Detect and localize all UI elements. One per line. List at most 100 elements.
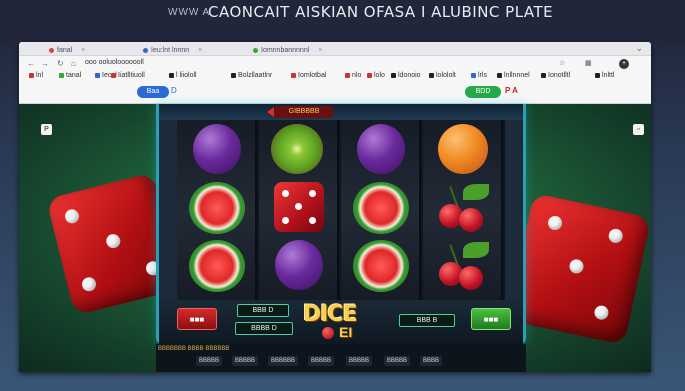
navigation-bar: ← → ↻ ⌂ ooo ooluolooooooll ☆ ▦ + xyxy=(19,57,651,71)
bookmark-item[interactable]: Iiatlltiuoll xyxy=(111,72,145,79)
bookmark-favicon-icon xyxy=(497,73,502,78)
bookmark-label: ldonoio xyxy=(398,72,421,79)
bookmark-label: lrls xyxy=(478,72,487,79)
kiwi-icon xyxy=(271,124,323,174)
bookmark-favicon-icon xyxy=(291,73,296,78)
bookmark-label: lolololt xyxy=(436,72,456,79)
bookmark-item[interactable]: nlo xyxy=(345,72,361,79)
pay-badge[interactable]: P A xyxy=(505,86,518,95)
bookmark-label: Ionotlltl xyxy=(548,72,571,79)
spin-button[interactable]: ■■■ xyxy=(471,308,511,330)
close-icon[interactable]: × xyxy=(81,47,85,54)
game-viewport: P ▫ GIBBBBB ■■■ BBB D BBBB D DICE EI BBB… xyxy=(19,104,651,372)
decorative-die-right xyxy=(506,192,651,346)
close-icon[interactable]: × xyxy=(198,47,202,54)
forward-icon[interactable]: → xyxy=(41,59,49,68)
star-icon[interactable]: ☆ xyxy=(559,59,565,67)
page-toolbar: Baa D BDD P A xyxy=(19,84,651,102)
bookmark-favicon-icon xyxy=(595,73,600,78)
bookmark-favicon-icon xyxy=(429,73,434,78)
win-display: GIBBBBB xyxy=(275,106,333,118)
bookmark-favicon-icon xyxy=(169,73,174,78)
machine-header: GIBBBBB xyxy=(159,104,523,120)
bookmark-item[interactable]: Ionotlltl xyxy=(541,72,570,79)
bookmark-item[interactable]: lnllnnnel xyxy=(497,72,530,79)
chevron-down-icon[interactable]: ⌄ xyxy=(635,43,643,54)
bookmark-item[interactable]: l liiololl xyxy=(169,72,197,79)
control-panel: ■■■ BBB D BBBB D DICE EI BBB B ■■■ xyxy=(159,300,523,344)
bookmark-label: l liiololl xyxy=(176,72,197,79)
deposit-button[interactable]: BDD xyxy=(465,86,501,98)
tab-3[interactable]: Iomnnbannnnnl × xyxy=(253,44,322,56)
bookmark-item[interactable]: Bolzllaatlnr xyxy=(231,72,272,79)
bookmark-item[interactable]: lolo xyxy=(367,72,385,79)
game-logo-sub: EI xyxy=(339,324,353,340)
extension-icon[interactable]: ▦ xyxy=(585,59,592,67)
credit-display: BBB D xyxy=(237,304,289,317)
secondary-link[interactable]: D xyxy=(171,86,177,95)
tab-label: Ieu:lnt lnnnn xyxy=(151,46,190,54)
tab-label: Iomnnbannnnnl xyxy=(261,46,310,54)
footer-link[interactable]: BBBBB xyxy=(196,356,223,366)
bookmark-favicon-icon xyxy=(59,73,64,78)
bookmark-label: lnl xyxy=(36,72,44,79)
slot-machine: GIBBBBB ■■■ BBB D BBBB D DICE EI BBB B ■… xyxy=(156,104,526,344)
plum-icon xyxy=(275,240,323,290)
plum-icon xyxy=(357,124,405,174)
orange-icon xyxy=(438,124,488,174)
footer-link[interactable]: BBBBB xyxy=(346,356,373,366)
footer-link[interactable]: BBBBBB xyxy=(268,356,299,366)
profile-icon[interactable]: + xyxy=(619,59,629,69)
tab-favicon-icon xyxy=(253,47,258,53)
address-bar[interactable]: ooo ooluolooooooll xyxy=(85,59,144,66)
stop-button[interactable]: ■■■ xyxy=(177,308,217,330)
bookmark-item[interactable]: lnl xyxy=(29,72,43,79)
page-banner: WWW A CAONCAIT AISKIAN OFASA I ALUBINC P… xyxy=(0,0,685,42)
tab-label: fanal xyxy=(57,46,73,54)
cherry-icon xyxy=(435,240,491,292)
tab-2[interactable]: Ieu:lnt lnnnn × xyxy=(143,44,202,56)
back-icon[interactable]: ← xyxy=(27,59,35,68)
reel-1 xyxy=(177,120,257,300)
bookmark-item[interactable]: tanal xyxy=(59,72,81,79)
primary-button[interactable]: Baa xyxy=(137,86,169,98)
bookmark-label: Iiatlltiuoll xyxy=(118,72,145,79)
close-icon[interactable]: × xyxy=(318,47,322,54)
cherry-icon xyxy=(435,182,491,234)
footer-link[interactable]: BBBBB xyxy=(232,356,259,366)
footer-link[interactable]: BBBBB xyxy=(308,356,335,366)
bookmark-favicon-icon xyxy=(111,73,116,78)
bookmark-favicon-icon xyxy=(95,73,100,78)
bookmark-item[interactable]: lnlttl xyxy=(595,72,614,79)
banner-title: CAONCAIT AISKIAN OFASA I ALUBINC PLATE xyxy=(208,3,554,21)
bookmark-item[interactable]: Iomlotbal xyxy=(291,72,326,79)
bookmark-label: lnlttl xyxy=(602,72,615,79)
menu-icon[interactable]: ▫ xyxy=(633,124,644,135)
melon-icon xyxy=(189,182,245,234)
reload-icon[interactable]: ↻ xyxy=(57,59,64,68)
bookmark-label: Iomlotbal xyxy=(298,72,327,79)
bookmark-label: Bolzllaatlnr xyxy=(238,72,273,79)
bookmark-item[interactable]: ldonoio xyxy=(391,72,421,79)
footer-link[interactable]: BBBBB xyxy=(384,356,411,366)
tab-strip: fanal × Ieu:lnt lnnnn × Iomnnbannnnnl × … xyxy=(19,42,651,56)
bookmark-item[interactable]: lolololt xyxy=(429,72,456,79)
tab-favicon-icon xyxy=(143,47,148,53)
bookmark-label: lolo xyxy=(374,72,385,79)
bookmark-favicon-icon xyxy=(231,73,236,78)
bookmark-label: lnllnnnel xyxy=(504,72,530,79)
info-icon[interactable]: P xyxy=(41,124,52,135)
home-icon[interactable]: ⌂ xyxy=(71,59,76,68)
tab-1[interactable]: fanal × xyxy=(49,44,85,56)
reel-4 xyxy=(423,120,503,300)
reel-area xyxy=(177,120,505,300)
tab-favicon-icon xyxy=(49,47,54,53)
melon-icon xyxy=(353,182,409,234)
browser-chrome: fanal × Ieu:lnt lnnnn × Iomnnbannnnnl × … xyxy=(19,42,651,104)
bookmark-favicon-icon xyxy=(29,73,34,78)
footer-link[interactable]: BBBB xyxy=(420,356,443,366)
bookmark-favicon-icon xyxy=(391,73,396,78)
bookmark-item[interactable]: lrls xyxy=(471,72,487,79)
bookmark-label: tanal xyxy=(66,72,82,79)
bookmark-favicon-icon xyxy=(471,73,476,78)
